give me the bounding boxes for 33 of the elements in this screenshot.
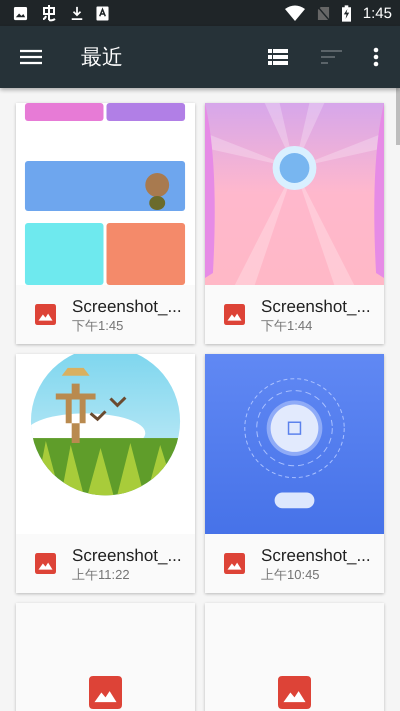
battery-charging-icon xyxy=(342,4,351,22)
file-card[interactable]: Screenshot_... 上午10:45 xyxy=(205,354,384,593)
image-icon xyxy=(13,6,28,20)
file-time: 上午11:22 xyxy=(72,566,131,582)
wifi-icon xyxy=(284,5,305,21)
menu-icon[interactable] xyxy=(20,49,42,65)
file-card[interactable]: Screenshot_... 上午11:22 xyxy=(16,354,195,593)
image-file-icon xyxy=(224,553,245,574)
clock-time: 1:45 xyxy=(362,4,392,22)
image-file-icon xyxy=(35,553,56,574)
toolbar-title: 最近 xyxy=(81,45,124,71)
file-name: Screenshot_... xyxy=(72,296,182,316)
image-file-icon xyxy=(89,676,122,709)
file-card[interactable] xyxy=(16,603,195,711)
file-time: 下午1:45 xyxy=(72,316,124,334)
image-file-icon xyxy=(35,304,56,325)
file-time: 下午1:44 xyxy=(261,316,314,334)
file-name: Screenshot_... xyxy=(261,544,371,566)
file-time: 上午10:45 xyxy=(261,566,321,582)
image-file-icon xyxy=(224,304,245,325)
file-card[interactable] xyxy=(205,603,384,711)
scrollbar[interactable] xyxy=(396,88,400,145)
more-options-icon[interactable] xyxy=(373,47,379,67)
no-sim-icon xyxy=(316,6,330,20)
download-icon xyxy=(70,5,84,21)
bug-icon xyxy=(40,4,58,22)
font-icon xyxy=(96,6,109,20)
file-card[interactable]: Screenshot_... 下午1:45 xyxy=(16,103,195,344)
list-view-icon[interactable] xyxy=(268,49,288,65)
image-file-icon xyxy=(278,676,311,709)
file-card[interactable]: Screenshot_... 下午1:44 xyxy=(205,103,384,344)
file-name: Screenshot_... xyxy=(261,296,371,316)
file-name: Screenshot_... xyxy=(72,544,182,566)
